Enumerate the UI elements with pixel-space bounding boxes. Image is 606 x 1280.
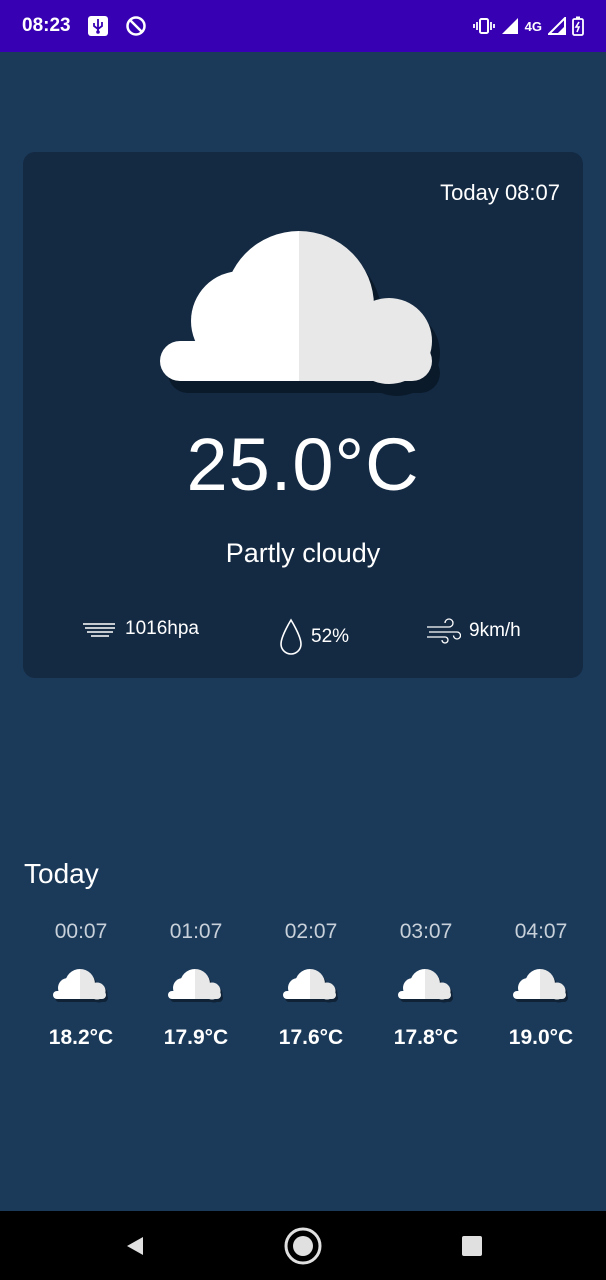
status-time: 08:23: [22, 15, 71, 36]
hourly-forecast: 00:07 18.2°C 01:07 17.9°C 02:07 17.6°C 0…: [0, 916, 606, 1066]
hour-time: 01:07: [169, 920, 223, 943]
hourly-item: 02:07 17.6°C: [256, 916, 366, 1050]
vibrate-icon: [472, 17, 495, 35]
weather-stats: 1016hpa 52% 9km/h: [23, 618, 583, 658]
hourly-item: 04:07 19.0°C: [486, 916, 596, 1050]
signal-icon: [501, 17, 519, 35]
cloud-icon: [512, 968, 570, 1004]
recent-apps-icon: [461, 1235, 483, 1257]
hourly-item: 01:07 17.9°C: [141, 916, 251, 1050]
cloud-icon: [282, 968, 340, 1004]
cloud-icon: [52, 968, 110, 1004]
hour-time: 03:07: [399, 920, 453, 943]
status-right: 4G: [472, 16, 584, 36]
hour-temperature: 17.8°C: [393, 1026, 459, 1049]
weather-description: Partly cloudy: [225, 538, 381, 568]
wind-value: 9km/h: [469, 620, 521, 641]
hour-temperature: 18.2°C: [48, 1026, 114, 1049]
hourly-item: 03:07 17.8°C: [371, 916, 481, 1050]
network-type: 4G: [524, 18, 542, 34]
status-bar: 08:23 4G: [0, 0, 606, 52]
recent-apps-button[interactable]: [450, 1211, 494, 1280]
status-left: 08:23: [22, 15, 147, 37]
battery-icon: [572, 16, 584, 36]
dnd-icon: [125, 15, 147, 37]
current-weather-card: Today 08:07 25.0°C Partly cloudy 1016hpa…: [23, 152, 583, 678]
back-button[interactable]: [112, 1211, 156, 1280]
pressure-icon: [81, 619, 117, 639]
humidity-stat: 52%: [279, 618, 349, 656]
usb-icon: [87, 15, 109, 37]
water-drop-icon: [279, 618, 303, 656]
hour-temperature: 19.0°C: [508, 1026, 574, 1049]
hourly-item: 00:07 18.2°C: [26, 916, 136, 1050]
hour-time: 00:07: [54, 920, 108, 943]
navigation-bar: [0, 1211, 606, 1280]
current-date-label: Today 08:07: [440, 180, 560, 205]
today-section-title: Today: [24, 858, 99, 889]
cloud-icon: [397, 968, 455, 1004]
current-temperature: 25.0°C: [186, 423, 420, 506]
partly-cloudy-icon: [159, 226, 449, 396]
hour-temperature: 17.6°C: [278, 1026, 344, 1049]
pressure-value: 1016hpa: [125, 618, 199, 639]
hour-temperature: 17.9°C: [163, 1026, 229, 1049]
home-button[interactable]: [280, 1211, 326, 1280]
hour-time: 04:07: [514, 920, 568, 943]
cloud-icon: [167, 968, 225, 1004]
back-icon: [123, 1235, 145, 1257]
wind-icon: [425, 618, 461, 644]
home-icon: [283, 1226, 323, 1266]
hour-time: 02:07: [284, 920, 338, 943]
pressure-stat: 1016hpa: [81, 618, 199, 640]
signal-icon: [548, 17, 566, 35]
humidity-value: 52%: [311, 626, 350, 647]
wind-stat: 9km/h: [425, 618, 521, 644]
